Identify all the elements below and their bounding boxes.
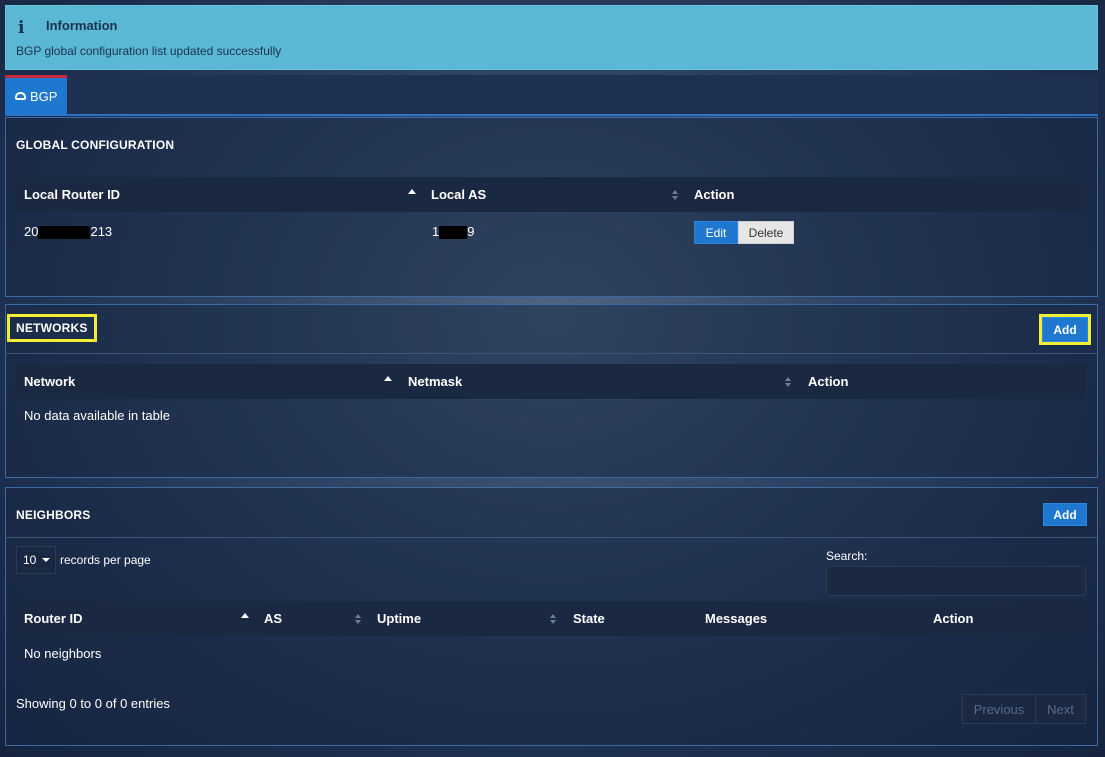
info-icon: i: [18, 18, 25, 38]
info-alert: i Information BGP global configuration l…: [5, 5, 1098, 70]
col-messages: Messages: [705, 611, 768, 626]
col-action: Action: [694, 187, 735, 202]
table-info: Showing 0 to 0 of 0 entries: [16, 696, 170, 711]
add-neighbor-button[interactable]: Add: [1043, 503, 1087, 526]
neighbors-panel: NEIGHBORS Add 10 records per page Search…: [5, 487, 1098, 746]
networks-divider: [6, 353, 1097, 354]
col-action: Action: [808, 374, 849, 389]
global-config-table-header: Local Router ID Local AS Action: [16, 177, 1086, 212]
alert-title: Information: [46, 18, 118, 33]
delete-button[interactable]: Delete: [738, 221, 794, 244]
tab-bgp-label: BGP: [30, 88, 58, 104]
tab-bgp[interactable]: BGP: [5, 75, 67, 114]
col-uptime[interactable]: Uptime: [377, 601, 421, 636]
local-as-cell: 19: [432, 224, 475, 240]
search-input[interactable]: [826, 566, 1086, 596]
local-as-prefix: 1: [432, 224, 440, 239]
networks-empty-text: No data available in table: [24, 408, 170, 423]
col-action: Action: [933, 611, 974, 626]
sort-asc-icon[interactable]: [241, 613, 249, 618]
neighbors-title: NEIGHBORS: [16, 508, 91, 522]
edit-button[interactable]: Edit: [694, 221, 738, 244]
tab-bar: BGP: [5, 75, 1098, 116]
router-id-prefix: 20: [24, 224, 39, 239]
networks-panel: NETWORKS Add Network Netmask Action No d…: [5, 304, 1098, 478]
global-config-panel: GLOBAL CONFIGURATION Local Router ID Loc…: [5, 117, 1098, 297]
col-local-as[interactable]: Local AS: [431, 177, 486, 212]
add-network-button[interactable]: Add: [1039, 314, 1091, 345]
chevron-down-icon: [42, 558, 50, 562]
global-config-title: GLOBAL CONFIGURATION: [16, 138, 175, 152]
router-id-cell: 20 213: [24, 224, 113, 240]
records-per-page-label: records per page: [60, 553, 151, 567]
col-network[interactable]: Network: [24, 364, 75, 399]
page-size-select[interactable]: 10: [16, 546, 56, 574]
page-size-value: 10: [23, 553, 37, 567]
next-button[interactable]: Next: [1035, 694, 1086, 724]
sort-asc-icon[interactable]: [408, 189, 416, 194]
search-label: Search:: [826, 549, 868, 563]
col-local-router-id[interactable]: Local Router ID: [24, 177, 120, 212]
sort-asc-icon[interactable]: [384, 376, 392, 381]
networks-table-header: Network Netmask Action: [16, 364, 1086, 399]
col-netmask[interactable]: Netmask: [408, 364, 462, 399]
router-id-suffix: 213: [90, 224, 113, 239]
redaction-bar: [439, 226, 468, 240]
router-icon: [15, 92, 26, 100]
networks-title: NETWORKS: [7, 314, 97, 342]
neighbors-table-header: Router ID AS Uptime State Messages Actio…: [16, 601, 1086, 636]
col-state: State: [573, 611, 605, 626]
col-router-id[interactable]: Router ID: [24, 601, 83, 636]
alert-message: BGP global configuration list updated su…: [16, 44, 282, 58]
col-as[interactable]: AS: [264, 601, 282, 636]
neighbors-divider: [6, 537, 1097, 538]
neighbors-empty-text: No neighbors: [24, 646, 102, 661]
redaction-bar: [38, 226, 91, 240]
local-as-suffix: 9: [467, 224, 475, 239]
previous-button[interactable]: Previous: [962, 694, 1036, 724]
